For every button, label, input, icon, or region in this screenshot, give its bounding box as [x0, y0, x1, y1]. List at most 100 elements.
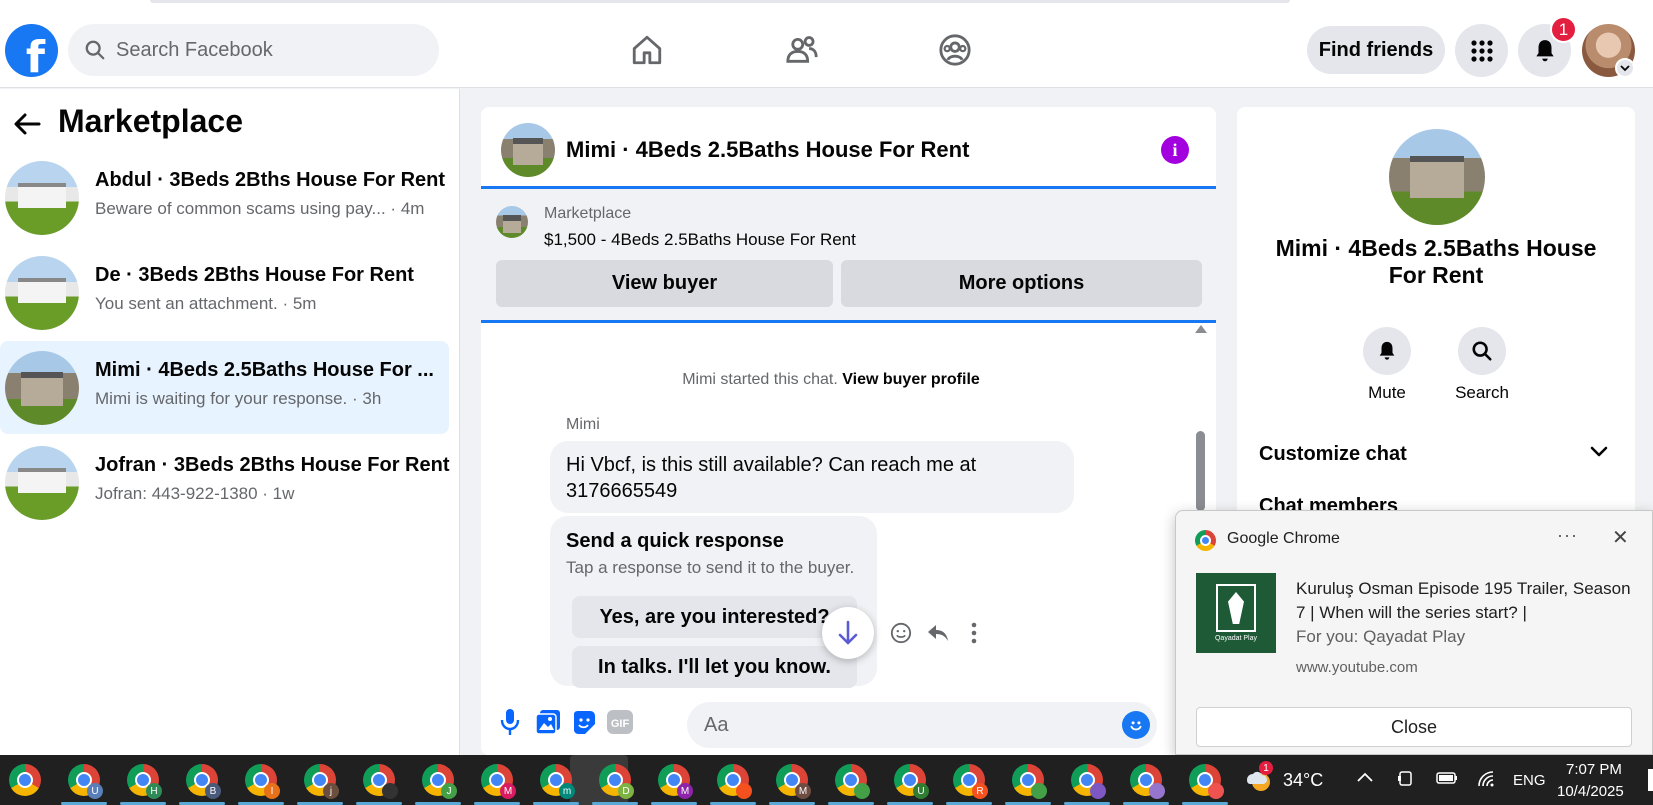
message-list[interactable]: Mimi started this chat. View buyer profi…: [481, 323, 1216, 688]
profile-badge: [736, 783, 752, 799]
chrome-profile-taskbar-icon[interactable]: J: [422, 764, 457, 799]
chrome-profile-taskbar-icon[interactable]: j: [304, 764, 339, 799]
contact-avatar: [1389, 129, 1485, 225]
mute-button[interactable]: Mute: [1347, 327, 1427, 403]
chrome-profile-taskbar-icon[interactable]: I: [245, 764, 280, 799]
notification-close-icon[interactable]: ✕: [1612, 525, 1629, 550]
chat-avatar[interactable]: [501, 123, 555, 177]
sticker-icon[interactable]: [569, 707, 599, 737]
profile-badge: D: [618, 783, 634, 799]
reply-arrow-icon[interactable]: [924, 619, 952, 647]
scrollbar-thumb[interactable]: [1196, 431, 1205, 511]
search-box[interactable]: [68, 24, 439, 76]
search-input[interactable]: [116, 38, 416, 62]
message-bubble[interactable]: Hi Vbcf, is this still available? Can re…: [550, 441, 1074, 513]
chrome-profile-taskbar-icon[interactable]: [717, 764, 752, 799]
notification-image-brand: Qayadat Play: [1214, 635, 1258, 642]
profile-badge: [1149, 783, 1165, 799]
message-input[interactable]: [687, 702, 1157, 748]
menu-grid-icon[interactable]: [1455, 24, 1508, 77]
chrome-profile-taskbar-icon[interactable]: [9, 764, 41, 796]
conversation-name: Abdul · 3Beds 2Bths House For Rent: [95, 169, 446, 191]
device-icon[interactable]: [1397, 770, 1415, 793]
react-smiley-icon[interactable]: [887, 619, 915, 647]
notification-close-button[interactable]: Close: [1196, 707, 1632, 747]
started-text: Mimi started this chat.: [682, 371, 838, 388]
chevron-up-icon[interactable]: [1356, 770, 1374, 789]
chrome-profile-taskbar-icon[interactable]: [1189, 764, 1224, 799]
preview-text: Beware of common scams using pay...: [95, 199, 386, 218]
listing-label: Marketplace: [544, 205, 632, 222]
friends-icon[interactable]: [780, 28, 824, 72]
show-desktop-button[interactable]: [1648, 769, 1653, 791]
clock-time[interactable]: 7:07 PM: [1566, 761, 1622, 778]
chrome-profile-taskbar-icon[interactable]: B: [186, 764, 221, 799]
conversation-preview: Jofran: 443-922-1380 · 1w: [95, 484, 295, 503]
facebook-logo[interactable]: f: [5, 24, 58, 77]
chrome-profile-taskbar-icon[interactable]: m: [540, 764, 575, 799]
home-icon[interactable]: [625, 28, 669, 72]
input-language[interactable]: ENG: [1513, 772, 1546, 789]
chat-title[interactable]: Mimi · 4Beds 2.5Baths House For Rent: [566, 137, 969, 163]
quick-reply-button[interactable]: In talks. I'll let you know.: [572, 646, 857, 688]
search-icon: [85, 40, 105, 60]
chrome-profile-taskbar-icon[interactable]: U: [68, 764, 103, 799]
gif-icon[interactable]: GIF: [605, 707, 635, 737]
more-vertical-icon[interactable]: [960, 619, 988, 647]
windows-taskbar: U H B Ij J Mm D M M U R 1 34°C ENG 7:07 PM 10/4/20…: [0, 755, 1653, 805]
chrome-notification-toast[interactable]: Google Chrome ··· ✕ Qayadat Play Kuruluş…: [1175, 510, 1653, 755]
quick-reply-button[interactable]: Yes, are you interested?: [572, 596, 857, 638]
wifi-icon[interactable]: [1477, 770, 1497, 793]
temperature[interactable]: 34°C: [1283, 770, 1323, 791]
info-icon[interactable]: i: [1161, 136, 1189, 164]
back-arrow-icon[interactable]: [12, 109, 42, 139]
quick-response-title: Send a quick response: [566, 530, 784, 552]
scroll-up-arrow-icon[interactable]: [1195, 325, 1207, 333]
preview-text: Mimi is waiting for your response.: [95, 389, 348, 408]
chrome-profile-taskbar-icon[interactable]: R: [953, 764, 988, 799]
top-navigation-bar: f Find friends 1: [0, 0, 1653, 88]
preview-time: 5m: [292, 294, 317, 313]
chrome-profile-taskbar-icon[interactable]: [1071, 764, 1106, 799]
emoji-smiley-icon[interactable]: [1122, 711, 1150, 739]
conversation-item[interactable]: Jofran · 3Beds 2Bths House For Rent Jofr…: [0, 436, 450, 529]
notification-headline: Kuruluş Osman Episode 195 Trailer, Seaso…: [1296, 579, 1631, 622]
more-options-button[interactable]: More options: [841, 260, 1202, 307]
clock-date[interactable]: 10/4/2025: [1557, 783, 1624, 800]
conversation-item-active[interactable]: Mimi · 4Beds 2.5Baths House For ... Mimi…: [0, 341, 449, 434]
microphone-icon[interactable]: [495, 707, 525, 737]
chrome-profile-taskbar-icon[interactable]: M: [658, 764, 693, 799]
conversation-item[interactable]: De · 3Beds 2Bths House For Rent You sent…: [0, 246, 449, 339]
chrome-profile-taskbar-icon[interactable]: [1130, 764, 1165, 799]
view-buyer-profile-link[interactable]: View buyer profile: [842, 371, 980, 388]
listing-price[interactable]: $1,500 - 4Beds 2.5Baths House For Rent: [544, 230, 856, 250]
customize-chat-section[interactable]: Customize chat: [1259, 443, 1407, 466]
preview-time: 1w: [272, 484, 295, 503]
chrome-profile-taskbar-icon[interactable]: [1012, 764, 1047, 799]
sidebar-title: Marketplace: [58, 103, 243, 139]
gif-label: GIF: [611, 718, 630, 730]
conversation-item[interactable]: Abdul · 3Beds 2Bths House For Rent Bewar…: [0, 151, 449, 244]
chrome-profile-taskbar-icon[interactable]: U: [894, 764, 929, 799]
chrome-profile-taskbar-icon[interactable]: H: [127, 764, 162, 799]
chrome-profile-taskbar-icon[interactable]: M: [776, 764, 811, 799]
search-in-chat-button[interactable]: Search: [1442, 327, 1522, 403]
chrome-profile-taskbar-icon[interactable]: D: [599, 764, 634, 799]
profile-badge: R: [972, 783, 988, 799]
account-chevron-down-icon[interactable]: [1615, 58, 1635, 78]
battery-icon[interactable]: [1436, 770, 1458, 791]
chevron-down-icon[interactable]: [1590, 445, 1608, 464]
preview-time: 3h: [362, 389, 382, 408]
chrome-profile-taskbar-icon[interactable]: [835, 764, 870, 799]
notification-more-icon[interactable]: ···: [1557, 525, 1578, 546]
chrome-profile-taskbar-icon[interactable]: M: [481, 764, 516, 799]
groups-icon[interactable]: [933, 28, 977, 72]
view-buyer-button[interactable]: View buyer: [496, 260, 833, 307]
preview-text: You sent an attachment.: [95, 294, 278, 313]
chrome-profile-taskbar-icon[interactable]: [363, 764, 398, 799]
top-strip: [150, 0, 1290, 3]
scroll-down-arrow-icon[interactable]: [822, 607, 874, 659]
photo-gallery-icon[interactable]: [533, 707, 563, 737]
profile-badge: I: [264, 783, 280, 799]
find-friends-button[interactable]: Find friends: [1307, 26, 1445, 74]
